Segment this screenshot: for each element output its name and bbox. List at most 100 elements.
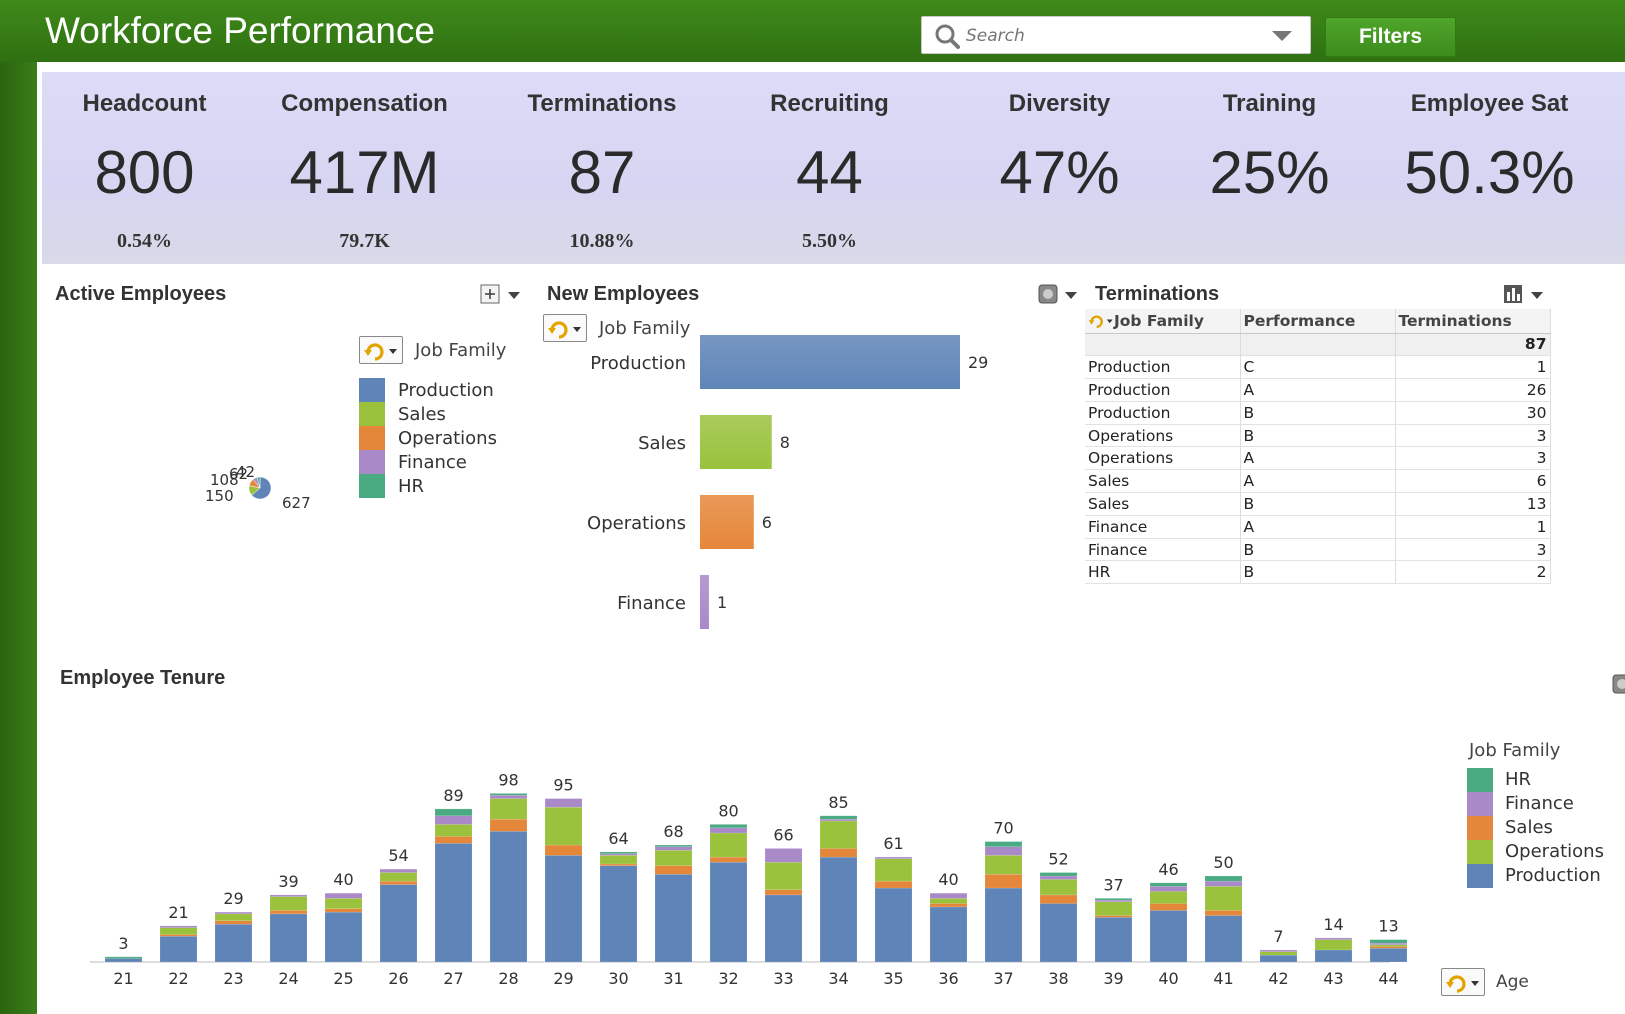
- bar-segment-hr[interactable]: [654, 844, 693, 848]
- chart-toggle-icon[interactable]: [1503, 284, 1523, 304]
- bar-segment-production[interactable]: [1094, 917, 1133, 963]
- bar-segment-finance[interactable]: [324, 892, 363, 899]
- bar-segment-production[interactable]: [1204, 915, 1243, 963]
- bar-segment-finance[interactable]: [599, 853, 638, 856]
- bar-segment-finance[interactable]: [929, 892, 968, 899]
- bar-segment-sales[interactable]: [929, 898, 968, 904]
- bar-segment-operations[interactable]: [269, 910, 308, 915]
- bar-segment-operations[interactable]: [1204, 910, 1243, 916]
- bar-segment-production[interactable]: [1369, 947, 1408, 963]
- bar-segment-operations[interactable]: [984, 874, 1023, 889]
- search-box[interactable]: [921, 16, 1311, 54]
- bar-segment-production[interactable]: [489, 831, 528, 963]
- bar-segment-sales[interactable]: [984, 855, 1023, 875]
- cycle-icon[interactable]: [1088, 313, 1114, 329]
- table-row[interactable]: Finance B 3: [1085, 538, 1551, 562]
- legend-item-finance[interactable]: Finance: [398, 452, 467, 473]
- bar-segment-production[interactable]: [874, 887, 913, 963]
- bar-segment-production[interactable]: [379, 884, 418, 963]
- bar-sales[interactable]: [700, 415, 772, 469]
- legend-item-hr[interactable]: HR: [398, 476, 424, 497]
- table-row[interactable]: Production C 1: [1085, 355, 1551, 380]
- bar-segment-production[interactable]: [1259, 954, 1298, 963]
- bar-segment-sales[interactable]: [1259, 951, 1298, 956]
- new-employees-chart[interactable]: Production 29 Sales 8 Operations 6 Finance 1: [570, 335, 1040, 655]
- bar-segment-operations[interactable]: [819, 848, 858, 858]
- bar-segment-finance[interactable]: [1314, 937, 1353, 940]
- bar-segment-sales[interactable]: [874, 858, 913, 882]
- bar-segment-operations[interactable]: [654, 865, 693, 875]
- active-employees-pie[interactable]: 108 62 42 150 627: [190, 450, 330, 520]
- bar-segment-operations[interactable]: [214, 920, 253, 925]
- bar-segment-operations[interactable]: [1094, 915, 1133, 918]
- legend-item-operations[interactable]: Operations: [1505, 841, 1604, 862]
- bar-segment-production[interactable]: [764, 894, 803, 963]
- bar-segment-sales[interactable]: [379, 872, 418, 882]
- bar-segment-production[interactable]: [269, 913, 308, 963]
- bar-segment-operations[interactable]: [1369, 946, 1408, 949]
- bar-segment-hr[interactable]: [1094, 898, 1133, 901]
- table-row[interactable]: Operations A 3: [1085, 446, 1551, 471]
- bar-segment-finance[interactable]: [1204, 880, 1243, 887]
- bar-segment-finance[interactable]: [544, 798, 583, 808]
- chevron-down-icon[interactable]: [1272, 31, 1292, 41]
- bar-finance[interactable]: [700, 575, 709, 629]
- image-icon[interactable]: [1612, 674, 1625, 694]
- bar-segment-hr[interactable]: [489, 793, 528, 796]
- bar-segment-operations[interactable]: [159, 934, 198, 937]
- bar-segment-operations[interactable]: [709, 856, 748, 863]
- bar-segment-sales[interactable]: [544, 806, 583, 846]
- chevron-down-icon[interactable]: [1065, 292, 1077, 299]
- column-header-terminations[interactable]: Terminations: [1395, 309, 1551, 334]
- legend-item-production[interactable]: Production: [398, 380, 494, 401]
- bar-segment-hr[interactable]: [984, 841, 1023, 848]
- bar-segment-production[interactable]: [104, 958, 143, 963]
- bar-segment-operations[interactable]: [489, 818, 528, 832]
- column-header-performance[interactable]: Performance: [1240, 309, 1396, 334]
- bar-segment-operations[interactable]: [324, 908, 363, 913]
- bar-segment-production[interactable]: [159, 935, 198, 963]
- bar-segment-finance[interactable]: [379, 868, 418, 873]
- bar-segment-sales[interactable]: [1094, 901, 1133, 916]
- legend-item-operations[interactable]: Operations: [398, 428, 497, 449]
- bar-segment-hr[interactable]: [1039, 872, 1078, 877]
- bar-segment-sales[interactable]: [764, 861, 803, 891]
- bar-segment-operations[interactable]: [599, 863, 638, 866]
- bar-segment-sales[interactable]: [819, 820, 858, 849]
- bar-segment-production[interactable]: [434, 843, 473, 963]
- bar-segment-sales[interactable]: [269, 896, 308, 911]
- bar-production[interactable]: [700, 335, 960, 389]
- bar-segment-operations[interactable]: [1149, 903, 1188, 911]
- bar-segment-finance[interactable]: [874, 856, 913, 860]
- bar-segment-sales[interactable]: [214, 913, 253, 921]
- bar-segment-finance[interactable]: [434, 815, 473, 825]
- legend-item-finance[interactable]: Finance: [1505, 793, 1574, 814]
- table-row[interactable]: Operations B 3: [1085, 424, 1551, 448]
- chevron-down-icon[interactable]: [1531, 292, 1543, 299]
- bar-segment-sales[interactable]: [159, 927, 198, 935]
- table-row[interactable]: Production B 30: [1085, 401, 1551, 425]
- bar-segment-hr[interactable]: [104, 956, 143, 959]
- bar-segment-operations[interactable]: [764, 889, 803, 896]
- bar-segment-sales[interactable]: [1039, 879, 1078, 896]
- bar-segment-hr[interactable]: [709, 824, 748, 829]
- bar-segment-production[interactable]: [984, 887, 1023, 963]
- bar-segment-production[interactable]: [324, 911, 363, 963]
- bar-operations[interactable]: [700, 495, 754, 549]
- bar-segment-production[interactable]: [709, 861, 748, 963]
- table-row[interactable]: Sales B 13: [1085, 492, 1551, 516]
- bar-segment-sales[interactable]: [1149, 891, 1188, 904]
- bar-segment-finance[interactable]: [1259, 949, 1298, 952]
- bar-segment-hr[interactable]: [1369, 939, 1408, 944]
- bar-segment-finance[interactable]: [159, 925, 198, 928]
- bar-segment-hr[interactable]: [599, 851, 638, 854]
- bar-segment-finance[interactable]: [764, 848, 803, 863]
- bar-segment-operations[interactable]: [874, 880, 913, 889]
- bar-segment-sales[interactable]: [709, 832, 748, 858]
- table-row[interactable]: Production A 26: [1085, 378, 1551, 402]
- bar-segment-production[interactable]: [214, 923, 253, 963]
- bar-segment-hr[interactable]: [1149, 882, 1188, 887]
- bar-segment-sales[interactable]: [1314, 939, 1353, 951]
- bar-segment-sales[interactable]: [599, 855, 638, 865]
- bar-segment-operations[interactable]: [929, 903, 968, 908]
